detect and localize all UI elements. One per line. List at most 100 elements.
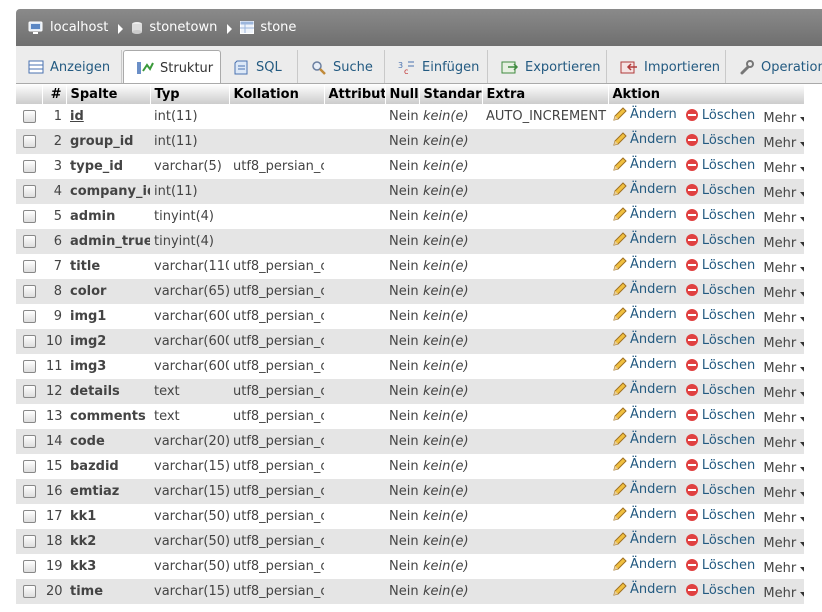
- header-name[interactable]: Spalte: [66, 84, 151, 104]
- drop-link[interactable]: Löschen: [685, 558, 755, 573]
- breadcrumb-database[interactable]: stonetown: [131, 20, 217, 35]
- tab-structure[interactable]: Struktur: [123, 50, 221, 83]
- column-name[interactable]: company_id: [66, 179, 150, 204]
- breadcrumb-server[interactable]: localhost: [28, 20, 108, 35]
- change-link[interactable]: Ändern: [612, 332, 677, 347]
- drop-link[interactable]: Löschen: [685, 308, 755, 323]
- header-null[interactable]: Null: [385, 84, 420, 104]
- column-name[interactable]: emtiaz: [66, 479, 150, 504]
- column-name[interactable]: type_id: [66, 154, 150, 179]
- change-link[interactable]: Ändern: [612, 432, 677, 447]
- change-link[interactable]: Ändern: [612, 357, 677, 372]
- column-name[interactable]: comments: [66, 404, 150, 429]
- more-dropdown[interactable]: Mehr: [763, 211, 804, 226]
- change-link[interactable]: Ändern: [612, 157, 677, 172]
- row-checkbox[interactable]: [22, 435, 36, 448]
- header-num[interactable]: #: [42, 84, 67, 104]
- row-checkbox[interactable]: [22, 510, 36, 523]
- row-checkbox[interactable]: [22, 360, 36, 373]
- more-dropdown[interactable]: Mehr: [763, 386, 804, 401]
- column-name[interactable]: time: [66, 579, 150, 604]
- column-name[interactable]: code: [66, 429, 150, 454]
- more-dropdown[interactable]: Mehr: [763, 186, 804, 201]
- drop-link[interactable]: Löschen: [685, 208, 755, 223]
- breadcrumb-table[interactable]: stone: [240, 20, 296, 35]
- row-checkbox[interactable]: [22, 160, 36, 173]
- drop-link[interactable]: Löschen: [685, 333, 755, 348]
- drop-link[interactable]: Löschen: [685, 483, 755, 498]
- row-checkbox[interactable]: [22, 585, 36, 598]
- row-checkbox[interactable]: [22, 210, 36, 223]
- row-checkbox[interactable]: [22, 335, 36, 348]
- change-link[interactable]: Ändern: [612, 457, 677, 472]
- change-link[interactable]: Ändern: [612, 282, 677, 297]
- tab-export[interactable]: Exportieren: [489, 50, 607, 83]
- drop-link[interactable]: Löschen: [685, 533, 755, 548]
- more-dropdown[interactable]: Mehr: [763, 436, 804, 451]
- row-checkbox[interactable]: [22, 260, 36, 273]
- drop-link[interactable]: Löschen: [685, 458, 755, 473]
- column-name[interactable]: img1: [66, 304, 150, 329]
- more-dropdown[interactable]: Mehr: [763, 286, 804, 301]
- more-dropdown[interactable]: Mehr: [763, 536, 804, 551]
- row-checkbox[interactable]: [22, 185, 36, 198]
- change-link[interactable]: Ändern: [612, 382, 677, 397]
- tab-browse[interactable]: Anzeigen: [16, 50, 122, 83]
- tab-insert[interactable]: 3c Einfügen: [386, 50, 488, 83]
- row-checkbox[interactable]: [22, 535, 36, 548]
- change-link[interactable]: Ändern: [612, 107, 677, 122]
- row-checkbox[interactable]: [22, 235, 36, 248]
- more-dropdown[interactable]: Mehr: [763, 161, 804, 176]
- row-checkbox[interactable]: [22, 485, 36, 498]
- change-link[interactable]: Ändern: [612, 182, 677, 197]
- drop-link[interactable]: Löschen: [685, 583, 755, 598]
- change-link[interactable]: Ändern: [612, 307, 677, 322]
- drop-link[interactable]: Löschen: [685, 158, 755, 173]
- change-link[interactable]: Ändern: [612, 257, 677, 272]
- more-dropdown[interactable]: Mehr: [763, 111, 804, 126]
- column-name[interactable]: admin_true: [66, 229, 150, 254]
- tab-operation[interactable]: Operation: [727, 50, 822, 83]
- change-link[interactable]: Ändern: [612, 532, 677, 547]
- more-dropdown[interactable]: Mehr: [763, 361, 804, 376]
- more-dropdown[interactable]: Mehr: [763, 411, 804, 426]
- tab-search[interactable]: Suche: [299, 50, 385, 83]
- more-dropdown[interactable]: Mehr: [763, 236, 804, 251]
- drop-link[interactable]: Löschen: [685, 433, 755, 448]
- more-dropdown[interactable]: Mehr: [763, 486, 804, 501]
- tab-sql[interactable]: SQL: [222, 50, 298, 83]
- change-link[interactable]: Ändern: [612, 557, 677, 572]
- drop-link[interactable]: Löschen: [685, 133, 755, 148]
- row-checkbox[interactable]: [22, 110, 36, 123]
- column-name[interactable]: details: [66, 379, 150, 404]
- change-link[interactable]: Ändern: [612, 582, 677, 597]
- drop-link[interactable]: Löschen: [685, 383, 755, 398]
- column-name[interactable]: img3: [66, 354, 150, 379]
- more-dropdown[interactable]: Mehr: [763, 136, 804, 151]
- column-name[interactable]: admin: [66, 204, 150, 229]
- column-name[interactable]: img2: [66, 329, 150, 354]
- change-link[interactable]: Ändern: [612, 407, 677, 422]
- column-name[interactable]: kk1: [66, 504, 150, 529]
- row-checkbox[interactable]: [22, 410, 36, 423]
- drop-link[interactable]: Löschen: [685, 358, 755, 373]
- change-link[interactable]: Ändern: [612, 507, 677, 522]
- column-name[interactable]: title: [66, 254, 150, 279]
- change-link[interactable]: Ändern: [612, 132, 677, 147]
- more-dropdown[interactable]: Mehr: [763, 511, 804, 526]
- change-link[interactable]: Ändern: [612, 207, 677, 222]
- header-type[interactable]: Typ: [150, 84, 230, 104]
- more-dropdown[interactable]: Mehr: [763, 461, 804, 476]
- more-dropdown[interactable]: Mehr: [763, 561, 804, 576]
- header-extra[interactable]: Extra: [482, 84, 609, 104]
- drop-link[interactable]: Löschen: [685, 408, 755, 423]
- more-dropdown[interactable]: Mehr: [763, 586, 804, 601]
- header-default[interactable]: Standard: [419, 84, 483, 104]
- more-dropdown[interactable]: Mehr: [763, 336, 804, 351]
- header-attributes[interactable]: Attribute: [324, 84, 386, 104]
- row-checkbox[interactable]: [22, 560, 36, 573]
- drop-link[interactable]: Löschen: [685, 108, 755, 123]
- more-dropdown[interactable]: Mehr: [763, 311, 804, 326]
- drop-link[interactable]: Löschen: [685, 508, 755, 523]
- column-name[interactable]: color: [66, 279, 150, 304]
